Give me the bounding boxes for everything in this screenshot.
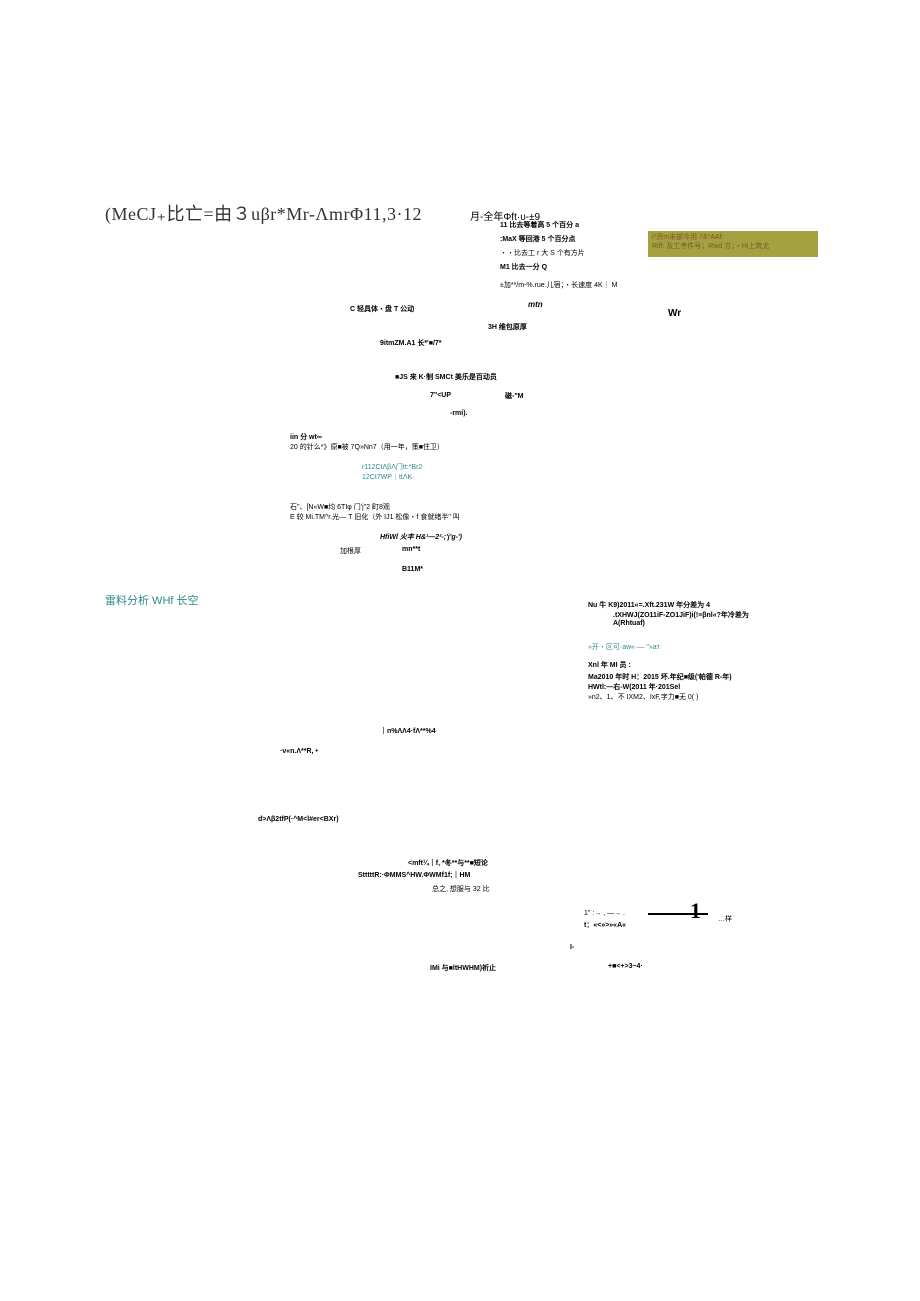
- right-ar: A(Rhtuaf): [613, 620, 645, 627]
- mid-upr: 磁-"M: [505, 391, 523, 401]
- right-nu: Nu 牛 K9)2011«=.Xft.231W 年分差为 4: [588, 600, 710, 610]
- lower-imi: IMi 与■ltHWHM)祈止: [430, 963, 496, 973]
- lower-line2: t：«<»>»«A«: [584, 920, 626, 930]
- mid-c1: C 轻具体・盘 T 公动: [350, 304, 414, 314]
- mid-r12: 12Ct7WP｜ttΛK·: [362, 472, 415, 482]
- lower-vn: ·v«n.Λ**R, •: [280, 748, 318, 755]
- lower-db: d>Λβ2tfP(·^M<l#er<BXr): [258, 816, 339, 823]
- topright-r1: 11 比去等着高 5 个百分 a: [500, 220, 579, 230]
- topright-r5: ±加**/m-%.rue.儿宿；・长速度 4K｜ M: [500, 280, 617, 290]
- mid-3h: 3H 维包原厚: [488, 322, 527, 332]
- right-ma: Ma2010 年时 H：2015 坏.年纪■级('帕德 R-年): [588, 672, 732, 682]
- right-xnl: Xnl 年 MI 员 :: [588, 660, 631, 670]
- mid-twenty: 20 的针么*》原■被 7Q»Nn7（用一年，策■住卫）: [290, 442, 444, 452]
- mid-mn: mn**t: [402, 546, 420, 553]
- mid-b11: B11M*: [402, 566, 423, 573]
- lower-ell: I-: [570, 944, 574, 951]
- mid-hfi: HfiWl 火丰 H&¹—2²-;'j'g-'): [380, 532, 462, 542]
- topright-r2: :MaX 等回港 5 个百分点: [500, 234, 575, 244]
- right-sep: »开・区可·aw«·— "»aт: [588, 642, 660, 652]
- mid-jia: 加根厚: [340, 546, 361, 556]
- mid-r112: r112CtΛβΛ门tt:*Br2: [362, 462, 422, 472]
- right-n2: »n2、1、不 IXM2、IxF,字力■无 0( ): [588, 692, 698, 702]
- mid-emi: E 较 Mi.TM^r.光— T 旧化（外 IJ1 松像・f 食就绪半" 叫: [290, 512, 460, 522]
- right-hw: HWtl:—右-W(2011 年·201Sel: [588, 682, 680, 692]
- lower-mft: <mft¼｜f, *冬**与**■短论: [408, 858, 488, 868]
- big-one: 1: [690, 898, 701, 924]
- olive-line1: i*资m末部今用 7&*AAf:: [652, 233, 814, 242]
- topright-r3: ・・比去工 r 大 S 个有方片: [500, 248, 585, 258]
- lower-star: +■<+>3~4·: [608, 963, 643, 970]
- mid-iin: iin 分 wt∞: [290, 432, 322, 442]
- mid-rmi: -rmi).: [450, 410, 468, 417]
- olive-line2: Riff: 及工考件号；Rwd 方；・Hi上筑尤: [652, 242, 814, 251]
- section-title: 雷料分析 WHf 长空: [105, 592, 199, 608]
- mid-js: ■JS 来 K·制 SMCt 美乐是百动员: [395, 372, 497, 382]
- mid-stone: 石"、[N«W■均 6TIφ 门'j"2 町8观: [290, 502, 390, 512]
- lower-line1: 1" :→ , —→ .: [584, 910, 625, 917]
- topright-r4: M1 比去一分 Q: [500, 262, 547, 272]
- mid-wr: Wr: [668, 308, 681, 319]
- lower-stt: StttttR:·ΦMMS^HW.ΦWMf1f;｜HM: [358, 870, 470, 880]
- mid-nine: 9itmZM.A1 长*'■/7*: [380, 338, 442, 348]
- olive-highlight-box: i*资m末部今用 7&*AAf: Riff: 及工考件号；Rwd 方；・Hi上筑…: [648, 231, 818, 257]
- mid-up: 7"<UP: [430, 392, 451, 399]
- lower-na: ｜n%ΛΛ4·fΛ**%4: [380, 726, 436, 736]
- lower-zz: 总之, 想服与 32 比: [432, 884, 490, 894]
- header-main: (MeCJ₊比亡=由３uβr*Mr-ΛmrΦ11,3·12: [105, 200, 422, 226]
- right-tx: .tXHWJ(ZO11iF-ZO1JiF)i(!≡βnl«?年冷差为: [613, 610, 749, 620]
- lower-line3: …样: [718, 914, 732, 924]
- mid-mtn: mtn: [528, 300, 543, 309]
